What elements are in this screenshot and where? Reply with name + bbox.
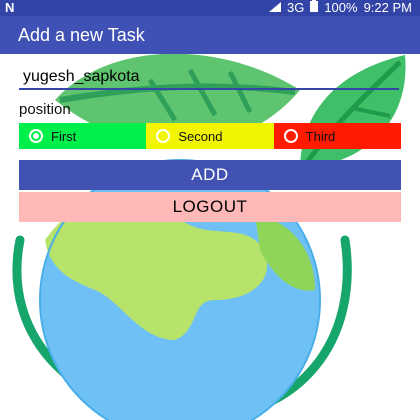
- signal-icon: [268, 0, 281, 16]
- battery-icon: [310, 0, 319, 16]
- page-title: Add a new Task: [18, 25, 145, 45]
- radio-second[interactable]: Second: [146, 123, 274, 149]
- position-radio-group: First Second Third: [19, 123, 401, 149]
- radio-label-first: First: [51, 128, 77, 144]
- status-bar: N 3G 100% 9:22 PM: [0, 0, 420, 16]
- add-button[interactable]: ADD: [19, 160, 401, 190]
- battery-level: 100%: [324, 0, 358, 15]
- radio-unchecked-icon: [156, 129, 171, 143]
- radio-checked-icon: [29, 129, 43, 143]
- clock: 9:22 PM: [363, 0, 412, 15]
- notification-icon: N: [5, 0, 15, 15]
- logout-button[interactable]: LOGOUT: [19, 192, 401, 222]
- status-icons: 3G 100% 9:22 PM: [268, 0, 412, 16]
- network-type: 3G: [286, 0, 305, 15]
- radio-third[interactable]: Third: [273, 123, 401, 149]
- position-label: position: [19, 101, 71, 118]
- radio-first[interactable]: First: [19, 123, 147, 149]
- task-name-input[interactable]: [19, 66, 399, 90]
- name-field-container: [19, 66, 399, 92]
- radio-label-second: Second: [178, 128, 223, 144]
- radio-label-third: Third: [305, 128, 336, 144]
- app-bar: Add a new Task: [0, 16, 420, 54]
- radio-unchecked-icon: [283, 129, 298, 143]
